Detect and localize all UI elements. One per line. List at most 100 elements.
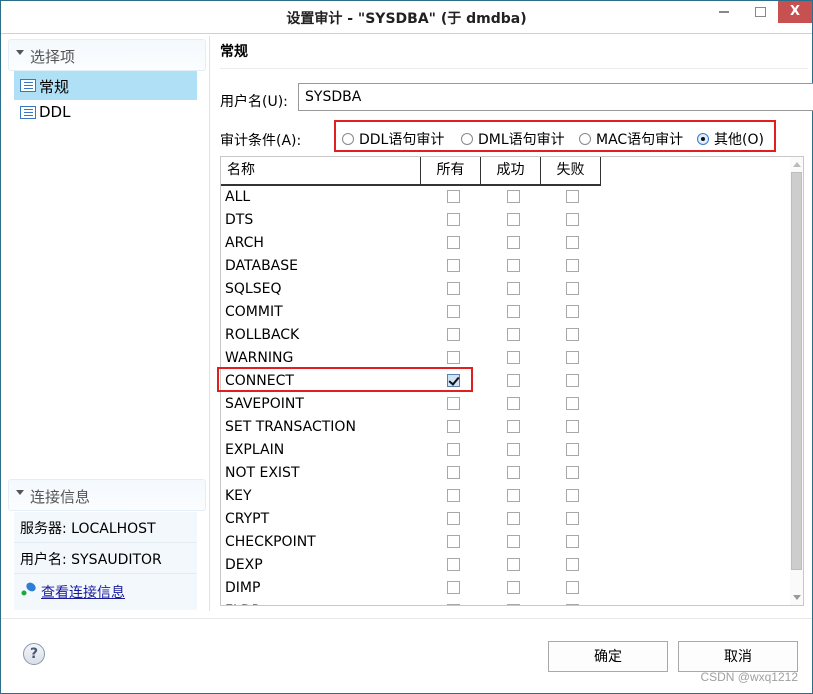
checkbox-success[interactable] xyxy=(507,535,520,548)
checkbox-success[interactable] xyxy=(507,328,520,341)
table-row[interactable]: KEY xyxy=(221,485,591,508)
table-row[interactable]: DATABASE xyxy=(221,255,591,278)
checkbox-success[interactable] xyxy=(507,443,520,456)
checkbox-success[interactable] xyxy=(507,190,520,203)
checkbox-all[interactable] xyxy=(447,535,460,548)
table-row[interactable]: ARCH xyxy=(221,232,591,255)
checkbox-fail[interactable] xyxy=(566,512,579,525)
table-row[interactable]: FLDR xyxy=(221,600,591,605)
table-row[interactable]: NOT EXIST xyxy=(221,462,591,485)
maximize-button[interactable] xyxy=(745,1,775,23)
checkbox-all[interactable] xyxy=(447,236,460,249)
checkbox-success[interactable] xyxy=(507,420,520,433)
table-row[interactable]: CRYPT xyxy=(221,508,591,531)
checkbox-all[interactable] xyxy=(447,512,460,525)
checkbox-all[interactable] xyxy=(447,282,460,295)
checkbox-fail[interactable] xyxy=(566,420,579,433)
scroll-up-icon[interactable] xyxy=(793,162,801,167)
checkbox-all[interactable] xyxy=(447,604,460,605)
help-button[interactable]: ? xyxy=(23,643,45,665)
checkbox-success[interactable] xyxy=(507,489,520,502)
radio-button[interactable] xyxy=(579,133,591,145)
table-row[interactable]: SAVEPOINT xyxy=(221,393,591,416)
checkbox-all[interactable] xyxy=(447,581,460,594)
checkbox-all[interactable] xyxy=(447,259,460,272)
checkbox-fail[interactable] xyxy=(566,581,579,594)
checkbox-fail[interactable] xyxy=(566,282,579,295)
radio-other[interactable]: 其他(O) xyxy=(697,129,764,149)
table-row[interactable]: SQLSEQ xyxy=(221,278,591,301)
vertical-scrollbar[interactable] xyxy=(790,157,803,605)
table-row[interactable]: ROLLBACK xyxy=(221,324,591,347)
table-row[interactable]: DTS xyxy=(221,209,591,232)
column-header-name[interactable]: 名称 xyxy=(221,157,421,184)
cancel-button[interactable]: 取消 xyxy=(678,641,798,672)
radio-button[interactable] xyxy=(461,133,473,145)
radio-ddl[interactable]: DDL语句审计 xyxy=(342,129,444,149)
checkbox-fail[interactable] xyxy=(566,190,579,203)
checkbox-fail[interactable] xyxy=(566,535,579,548)
checkbox-success[interactable] xyxy=(507,466,520,479)
checkbox-success[interactable] xyxy=(507,351,520,364)
minimize-button[interactable] xyxy=(709,1,739,23)
checkbox-all[interactable] xyxy=(447,397,460,410)
checkbox-fail[interactable] xyxy=(566,351,579,364)
table-row[interactable]: DIMP xyxy=(221,577,591,600)
checkbox-all[interactable] xyxy=(447,420,460,433)
checkbox-success[interactable] xyxy=(507,512,520,525)
checkbox-fail[interactable] xyxy=(566,604,579,605)
checkbox-all[interactable] xyxy=(447,443,460,456)
options-section-header[interactable]: 选择项 xyxy=(8,39,206,71)
nav-item-general[interactable]: 常规 xyxy=(14,71,197,100)
radio-dml[interactable]: DML语句审计 xyxy=(461,129,565,149)
checkbox-fail[interactable] xyxy=(566,558,579,571)
checkbox-all[interactable] xyxy=(447,305,460,318)
ok-button[interactable]: 确定 xyxy=(548,641,668,672)
radio-button[interactable] xyxy=(342,133,354,145)
column-header-all[interactable]: 所有 xyxy=(421,157,481,184)
checkbox-fail[interactable] xyxy=(566,374,579,387)
connection-section-header[interactable]: 连接信息 xyxy=(8,479,206,511)
close-button[interactable]: X xyxy=(778,1,812,23)
checkbox-success[interactable] xyxy=(507,259,520,272)
checkbox-all[interactable] xyxy=(447,558,460,571)
checkbox-success[interactable] xyxy=(507,374,520,387)
checkbox-fail[interactable] xyxy=(566,489,579,502)
table-row[interactable]: COMMIT xyxy=(221,301,591,324)
view-connection-link[interactable]: 查看连接信息 xyxy=(41,582,125,602)
username-input[interactable] xyxy=(298,83,813,111)
checkbox-success[interactable] xyxy=(507,305,520,318)
checkbox-fail[interactable] xyxy=(566,305,579,318)
checkbox-success[interactable] xyxy=(507,558,520,571)
checkbox-fail[interactable] xyxy=(566,466,579,479)
nav-item-ddl[interactable]: DDL xyxy=(14,98,197,127)
column-header-fail[interactable]: 失败 xyxy=(541,157,601,184)
checkbox-fail[interactable] xyxy=(566,236,579,249)
checkbox-fail[interactable] xyxy=(566,259,579,272)
checkbox-success[interactable] xyxy=(507,604,520,605)
table-row[interactable]: EXPLAIN xyxy=(221,439,591,462)
checkbox-fail[interactable] xyxy=(566,213,579,226)
checkbox-all[interactable] xyxy=(447,466,460,479)
radio-button-selected[interactable] xyxy=(697,133,709,145)
checkbox-fail[interactable] xyxy=(566,328,579,341)
column-header-success[interactable]: 成功 xyxy=(481,157,541,184)
checkbox-success[interactable] xyxy=(507,581,520,594)
radio-mac[interactable]: MAC语句审计 xyxy=(579,129,683,149)
scrollbar-thumb[interactable] xyxy=(791,172,802,570)
checkbox-success[interactable] xyxy=(507,397,520,410)
table-row[interactable]: SET TRANSACTION xyxy=(221,416,591,439)
checkbox-all[interactable] xyxy=(447,190,460,203)
checkbox-success[interactable] xyxy=(507,282,520,295)
checkbox-all[interactable] xyxy=(447,489,460,502)
checkbox-success[interactable] xyxy=(507,236,520,249)
table-row[interactable]: CHECKPOINT xyxy=(221,531,591,554)
checkbox-all[interactable] xyxy=(447,351,460,364)
checkbox-all[interactable] xyxy=(447,213,460,226)
checkbox-fail[interactable] xyxy=(566,397,579,410)
checkbox-fail[interactable] xyxy=(566,443,579,456)
table-row[interactable]: DEXP xyxy=(221,554,591,577)
table-row[interactable]: ALL xyxy=(221,186,591,209)
checkbox-all[interactable] xyxy=(447,328,460,341)
scroll-down-icon[interactable] xyxy=(793,595,801,600)
